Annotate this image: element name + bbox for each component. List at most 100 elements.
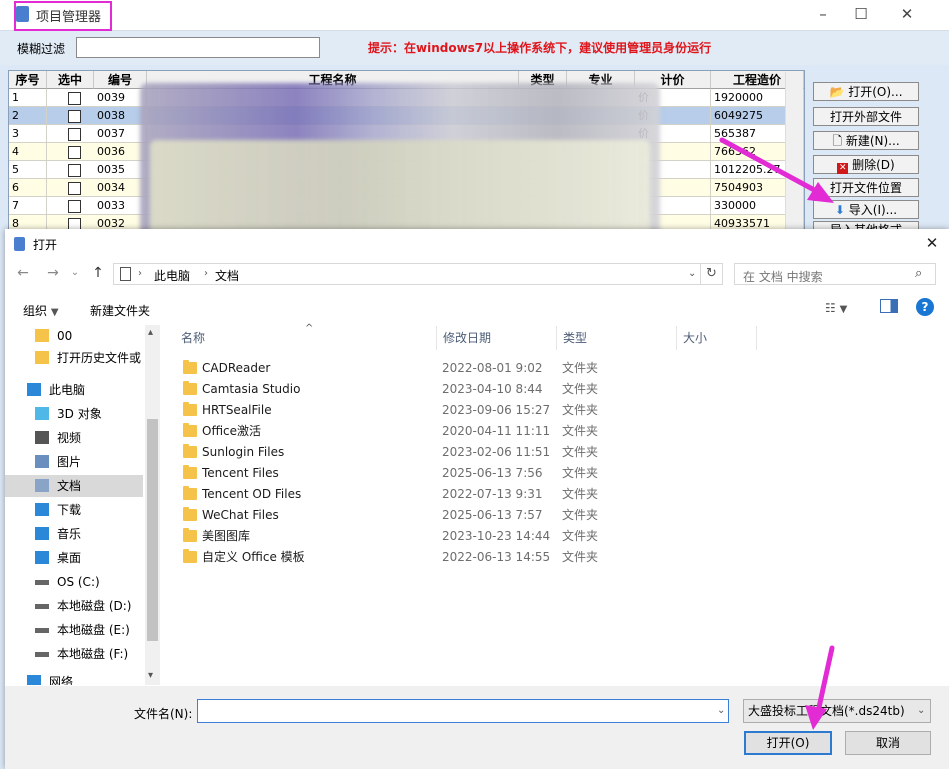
nav-item-label: 桌面: [57, 551, 82, 565]
filename-dropdown-icon[interactable]: ⌄: [717, 705, 725, 716]
column-size[interactable]: 大小: [677, 326, 757, 350]
row-select-checkbox[interactable]: [68, 146, 81, 159]
nav-item[interactable]: 桌面: [5, 547, 143, 569]
forward-arrow-icon[interactable]: →: [43, 263, 63, 283]
open-file-dialog: 打开 ✕ ← → ⌄ ↑ › 此电脑 › 文档 ⌄ ↻ 在 文档 中搜索 ⌕ 组…: [5, 229, 949, 769]
new-project-button[interactable]: 🗋 新建(N)...: [813, 131, 919, 150]
picture-icon: [35, 455, 49, 468]
nav-item[interactable]: 音乐: [5, 523, 143, 545]
navigation-scroll-thumb[interactable]: [147, 419, 158, 641]
file-row[interactable]: Tencent Files 2025-06-13 7:56 文件夹: [175, 463, 755, 484]
file-name: HRTSealFile: [202, 403, 272, 417]
breadcrumb-this-pc[interactable]: 此电脑: [154, 267, 190, 284]
nav-item[interactable]: 视频: [5, 427, 143, 449]
up-arrow-icon[interactable]: ↑: [88, 263, 108, 283]
file-date: 2023-10-23 14:44: [442, 529, 551, 543]
drive-icon: [35, 580, 49, 585]
file-name: CADReader: [202, 361, 271, 375]
nav-item[interactable]: 文档: [5, 475, 143, 497]
file-name: 美图图库: [202, 529, 251, 543]
cancel-button[interactable]: 取消: [845, 731, 931, 755]
open-button[interactable]: 打开(O): [744, 731, 832, 755]
nav-item[interactable]: 本地磁盘 (D:): [5, 595, 143, 617]
dialog-app-icon: [14, 237, 25, 251]
file-row[interactable]: Sunlogin Files 2023-02-06 11:51 文件夹: [175, 442, 755, 463]
minimize-icon[interactable]: –: [808, 4, 838, 24]
nav-item[interactable]: 打开历史文件或: [5, 347, 143, 369]
document-icon: [35, 479, 49, 492]
file-row[interactable]: 自定义 Office 模板 2022-06-13 14:55 文件夹: [175, 547, 755, 568]
breadcrumb-documents[interactable]: 文档: [215, 267, 239, 284]
nav-item[interactable]: 此电脑: [5, 379, 143, 401]
column-date[interactable]: 修改日期: [437, 326, 557, 350]
row-select-checkbox[interactable]: [68, 200, 81, 213]
delete-project-button[interactable]: ✕ 删除(D): [813, 155, 919, 174]
side-button-panel: 📂 打开(O)... 打开外部文件 🗋 新建(N)... ✕ 删除(D) 打开文…: [808, 78, 924, 238]
grid-header-seq[interactable]: 序号: [9, 71, 47, 89]
close-icon[interactable]: ✕: [892, 4, 922, 24]
view-options-icon[interactable]: ☷ ▼: [825, 301, 847, 315]
project-manager-titlebar: [0, 0, 949, 31]
grid-scrollbar[interactable]: [785, 72, 803, 232]
filetype-select[interactable]: 大盛投标工程文档(*.ds24tb): [743, 699, 931, 723]
nav-item-label: 此电脑: [49, 383, 86, 397]
recent-locations-chevron-icon[interactable]: ⌄: [68, 263, 82, 283]
file-row[interactable]: CADReader 2022-08-01 9:02 文件夹: [175, 358, 755, 379]
nav-item[interactable]: 3D 对象: [5, 403, 143, 425]
filter-input[interactable]: [76, 37, 320, 58]
row-select-checkbox[interactable]: [68, 182, 81, 195]
file-date: 2023-04-10 8:44: [442, 382, 543, 396]
nav-item[interactable]: 00: [5, 325, 143, 347]
grid-header-code[interactable]: 编号: [94, 71, 147, 89]
new-folder-button[interactable]: 新建文件夹: [90, 302, 150, 319]
address-dropdown-icon[interactable]: ⌄: [688, 268, 696, 279]
file-type: 文件夹: [562, 403, 599, 417]
row-select-checkbox[interactable]: [68, 110, 81, 123]
file-row[interactable]: HRTSealFile 2023-09-06 15:27 文件夹: [175, 400, 755, 421]
file-row[interactable]: Camtasia Studio 2023-04-10 8:44 文件夹: [175, 379, 755, 400]
file-row[interactable]: Office激活 2020-04-11 11:11 文件夹: [175, 421, 755, 442]
row-select-checkbox[interactable]: [68, 128, 81, 141]
file-row[interactable]: Tencent OD Files 2022-07-13 9:31 文件夹: [175, 484, 755, 505]
row-select-checkbox[interactable]: [68, 164, 81, 177]
scroll-up-icon[interactable]: ▴: [148, 327, 153, 338]
column-type[interactable]: 类型: [557, 326, 677, 350]
search-box[interactable]: 在 文档 中搜索 ⌕: [734, 263, 936, 285]
open-folder-icon: 📂: [829, 85, 845, 99]
dialog-close-icon[interactable]: ✕: [920, 232, 944, 254]
folder-icon: [183, 444, 197, 458]
open-location-button[interactable]: 打开文件位置: [813, 178, 919, 197]
preview-pane-icon[interactable]: [880, 299, 898, 313]
address-bar[interactable]: › 此电脑 › 文档 ⌄: [113, 263, 701, 285]
organize-menu[interactable]: 组织 ▼: [23, 302, 59, 319]
nav-item[interactable]: 本地磁盘 (E:): [5, 619, 143, 641]
nav-item[interactable]: OS (C:): [5, 571, 143, 593]
nav-item[interactable]: 本地磁盘 (F:): [5, 643, 143, 665]
file-name: 自定义 Office 模板: [202, 550, 305, 564]
filetype-chevron-icon: ⌄: [917, 705, 926, 716]
import-button[interactable]: ⬇ 导入(I)...: [813, 200, 919, 219]
nav-item[interactable]: 图片: [5, 451, 143, 473]
drive-icon: [35, 652, 49, 657]
file-date: 2025-06-13 7:56: [442, 466, 543, 480]
maximize-icon[interactable]: ☐: [846, 4, 876, 24]
row-select-checkbox[interactable]: [68, 92, 81, 105]
file-type: 文件夹: [562, 508, 599, 522]
row-seq: 4: [9, 143, 47, 161]
nav-item[interactable]: 下载: [5, 499, 143, 521]
filename-input[interactable]: [197, 699, 729, 723]
open-external-button[interactable]: 打开外部文件: [813, 107, 919, 126]
folder-icon: [183, 549, 197, 563]
file-date: 2025-06-13 7:57: [442, 508, 543, 522]
nav-item[interactable]: 网络: [5, 671, 143, 685]
open-project-button[interactable]: 📂 打开(O)...: [813, 82, 919, 101]
refresh-icon[interactable]: ↻: [701, 263, 723, 285]
file-name: Tencent Files: [202, 466, 279, 480]
file-row[interactable]: 美图图库 2023-10-23 14:44 文件夹: [175, 526, 755, 547]
file-date: 2022-08-01 9:02: [442, 361, 543, 375]
scroll-down-icon[interactable]: ▾: [148, 670, 153, 681]
back-arrow-icon[interactable]: ←: [13, 263, 33, 283]
help-icon[interactable]: ?: [916, 298, 934, 316]
file-row[interactable]: WeChat Files 2025-06-13 7:57 文件夹: [175, 505, 755, 526]
grid-header-selected[interactable]: 选中: [47, 71, 94, 89]
